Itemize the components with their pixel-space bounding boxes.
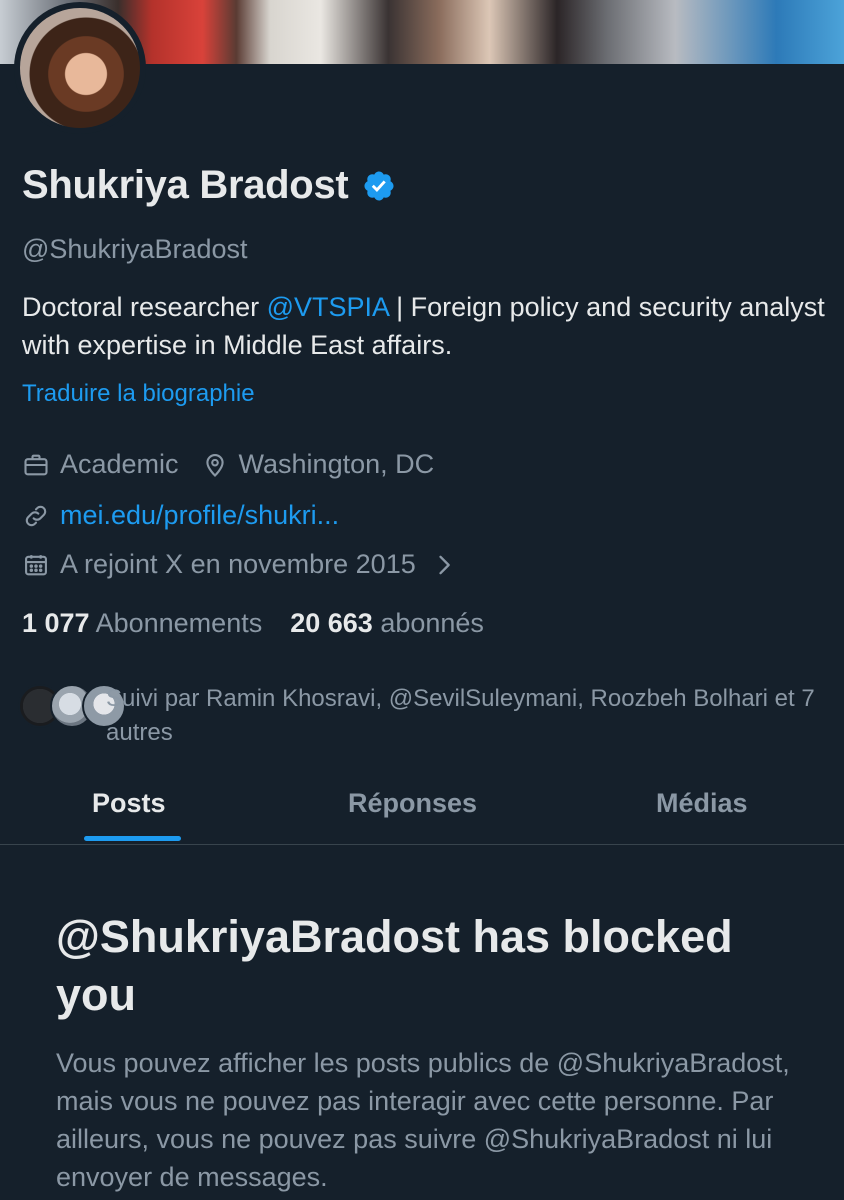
followers-you-know-text[interactable]: Suivi par Ramin Khosravi, @SevilSuleyman…	[106, 682, 826, 750]
avatar-photo	[20, 8, 140, 128]
following-count: 1 077	[22, 608, 90, 638]
verified-badge-icon[interactable]	[362, 169, 396, 203]
tab-posts[interactable]: Posts	[92, 788, 166, 819]
profile-website-row: mei.edu/profile/shukri...	[22, 500, 339, 531]
profile-joined-row[interactable]: A rejoint X en novembre 2015	[22, 549, 458, 580]
bio-text: Doctoral researcher	[22, 292, 267, 322]
bio-mention-link[interactable]: @VTSPIA	[267, 292, 389, 322]
profile-avatar[interactable]	[14, 2, 146, 134]
following-stat[interactable]: 1 077 Abonnements	[22, 608, 262, 639]
blocked-message: Vous pouvez afficher les posts publics d…	[56, 1048, 790, 1192]
profile-name: Shukriya Bradost	[22, 163, 349, 207]
calendar-icon	[25, 554, 47, 575]
link-icon	[25, 505, 47, 526]
profile-website-link[interactable]: mei.edu/profile/shukri...	[60, 500, 339, 531]
followers-count: 20 663	[290, 608, 373, 638]
profile-tabs: Posts Réponses Médias	[0, 768, 844, 845]
profile-meta-row: Academic Washington, DC	[22, 449, 434, 480]
tab-replies[interactable]: Réponses	[348, 788, 477, 819]
profile-joined-date: A rejoint X en novembre 2015	[60, 549, 416, 579]
profile-category: Academic	[60, 449, 179, 479]
translate-bio-link[interactable]: Traduire la biographie	[22, 380, 255, 408]
profile-stats: 1 077 Abonnements 20 663 abonnés	[22, 608, 484, 639]
followers-label: abonnés	[380, 608, 484, 638]
location-pin-icon	[205, 453, 224, 477]
profile-handle: @ShukriyaBradost	[22, 234, 248, 264]
briefcase-icon	[24, 454, 48, 475]
profile-location: Washington, DC	[238, 449, 435, 479]
blocked-title: @ShukriyaBradost has blocked you	[56, 911, 733, 1020]
tab-media[interactable]: Médias	[656, 788, 748, 819]
profile-name-row: Shukriya Bradost	[22, 163, 396, 208]
profile-bio: Doctoral researcher @VTSPIA | Foreign po…	[22, 288, 832, 364]
chevron-right-icon	[439, 555, 450, 574]
following-label: Abonnements	[95, 608, 263, 638]
followers-stat[interactable]: 20 663 abonnés	[290, 608, 484, 639]
active-tab-indicator	[84, 836, 181, 841]
